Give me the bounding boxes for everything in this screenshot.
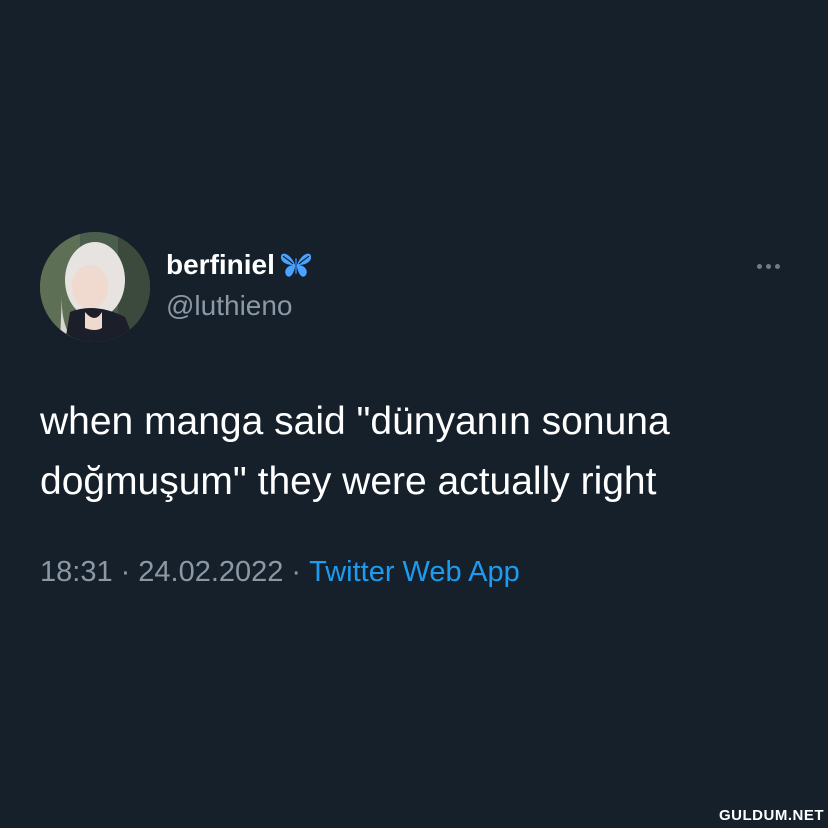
avatar[interactable]: [40, 232, 150, 342]
tweet-card: berfiniel @luthieno when manga said "dün…: [0, 0, 828, 828]
more-dot-icon: [765, 263, 771, 269]
more-dot-icon: [756, 263, 762, 269]
butterfly-icon: [280, 253, 312, 277]
tweet-text-line-1: when manga said "dünyanın sonuna: [40, 400, 670, 443]
avatar-image: [40, 232, 150, 342]
tweet-date[interactable]: 24.02.2022: [138, 556, 283, 588]
separator: ·: [120, 556, 131, 588]
display-name[interactable]: berfiniel: [166, 249, 313, 281]
user-handle[interactable]: @luthieno: [166, 290, 293, 322]
more-dot-icon: [774, 263, 780, 269]
tweet-metadata: 18:31 · 24.02.2022 · Twitter Web App: [40, 556, 520, 589]
tweet-source-link[interactable]: Twitter Web App: [309, 556, 520, 588]
tweet-text: when manga said "dünyanın sonuna doğmuşu…: [40, 392, 800, 512]
more-options-button[interactable]: [748, 252, 788, 280]
watermark: GULDUM.NET: [719, 807, 824, 824]
tweet-time[interactable]: 18:31: [40, 556, 113, 588]
separator: ·: [291, 556, 302, 588]
tweet-text-line-2: doğmuşum" they were actually right: [40, 460, 657, 503]
display-name-text[interactable]: berfiniel: [166, 249, 275, 281]
